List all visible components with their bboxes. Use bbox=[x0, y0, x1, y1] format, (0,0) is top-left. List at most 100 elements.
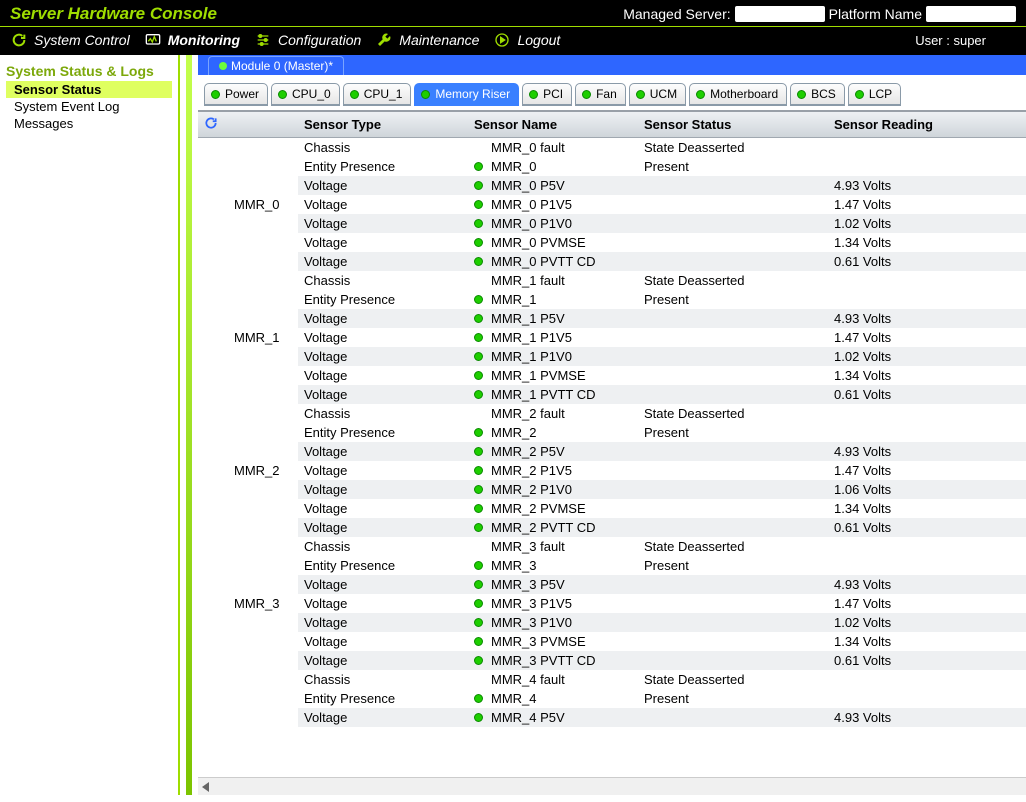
cell-sensor-status: State Deasserted bbox=[638, 670, 828, 689]
table-row[interactable]: VoltageMMR_2 PVTT CD0.61 Volts bbox=[198, 518, 1026, 537]
category-tab[interactable]: BCS bbox=[790, 83, 845, 106]
table-row[interactable]: VoltageMMR_1 P1V51.47 Volts bbox=[198, 328, 1026, 347]
status-led-icon bbox=[474, 485, 483, 494]
status-led-icon bbox=[350, 90, 359, 99]
cell-sensor-name: MMR_0 P5V bbox=[468, 176, 638, 195]
category-tab[interactable]: PCI bbox=[522, 83, 572, 106]
category-tab-label: Fan bbox=[596, 87, 617, 101]
category-tab-label: LCP bbox=[869, 87, 892, 101]
table-row[interactable]: VoltageMMR_0 PVMSE1.34 Volts bbox=[198, 233, 1026, 252]
sensor-name-text: MMR_4 bbox=[491, 691, 537, 706]
category-tab[interactable]: CPU_0 bbox=[271, 83, 340, 106]
table-row[interactable]: VoltageMMR_3 PVMSE1.34 Volts bbox=[198, 632, 1026, 651]
table-row[interactable]: VoltageMMR_3 PVTT CD0.61 Volts bbox=[198, 651, 1026, 670]
cell-sensor-type: Voltage bbox=[298, 499, 468, 518]
category-tab[interactable]: Motherboard bbox=[689, 83, 787, 106]
horizontal-scrollbar[interactable] bbox=[198, 777, 1026, 795]
table-row[interactable]: VoltageMMR_0 P1V51.47 Volts bbox=[198, 195, 1026, 214]
sidebar-item[interactable]: Sensor Status bbox=[6, 81, 172, 98]
menu-system-control[interactable]: System Control bbox=[10, 31, 130, 49]
menu-logout[interactable]: Logout bbox=[493, 31, 560, 49]
menu-monitoring[interactable]: Monitoring bbox=[144, 31, 240, 49]
table-row[interactable]: MMR_0ChassisMMR_0 faultState Deasserted bbox=[198, 138, 1026, 158]
col-sensor-reading[interactable]: Sensor Reading bbox=[828, 112, 1026, 138]
cell-sensor-reading bbox=[828, 556, 1026, 575]
status-led-icon bbox=[474, 504, 483, 513]
table-row[interactable]: MMR_3ChassisMMR_3 faultState Deasserted bbox=[198, 537, 1026, 556]
category-tab[interactable]: CPU_1 bbox=[343, 83, 412, 106]
table-row[interactable]: VoltageMMR_1 PVMSE1.34 Volts bbox=[198, 366, 1026, 385]
sensor-name-text: MMR_0 P1V0 bbox=[491, 216, 572, 231]
status-led-icon bbox=[474, 276, 483, 285]
table-row[interactable]: VoltageMMR_2 P1V51.47 Volts bbox=[198, 461, 1026, 480]
cell-sensor-name: MMR_2 PVMSE bbox=[468, 499, 638, 518]
sidebar-item[interactable]: Messages bbox=[6, 115, 172, 132]
table-row[interactable]: VoltageMMR_3 P1V51.47 Volts bbox=[198, 594, 1026, 613]
table-row[interactable]: Entity PresenceMMR_1Present bbox=[198, 290, 1026, 309]
cell-sensor-reading bbox=[828, 290, 1026, 309]
module-tab-label: Module 0 (Master)* bbox=[231, 59, 333, 73]
table-row[interactable]: Entity PresenceMMR_3Present bbox=[198, 556, 1026, 575]
table-row[interactable]: VoltageMMR_2 PVMSE 1.34 Volts bbox=[198, 499, 1026, 518]
menu-maintenance[interactable]: Maintenance bbox=[375, 31, 479, 49]
cell-sensor-reading: 4.93 Volts bbox=[828, 176, 1026, 195]
table-row[interactable]: MMR_1ChassisMMR_1 faultState Deasserted bbox=[198, 271, 1026, 290]
group-spacer bbox=[198, 271, 228, 404]
table-row[interactable]: MMR_2ChassisMMR_2 faultState Deasserted bbox=[198, 404, 1026, 423]
menu-configuration[interactable]: Configuration bbox=[254, 31, 361, 49]
module-tab[interactable]: Module 0 (Master)* bbox=[208, 56, 344, 75]
status-led-icon bbox=[278, 90, 287, 99]
table-row[interactable]: VoltageMMR_1 P5V4.93 Volts bbox=[198, 309, 1026, 328]
cell-sensor-name: MMR_4 bbox=[468, 689, 638, 708]
status-led-icon bbox=[421, 90, 430, 99]
cell-sensor-type: Entity Presence bbox=[298, 290, 468, 309]
platform-name-value bbox=[926, 6, 1016, 22]
category-tab[interactable]: Memory Riser bbox=[414, 83, 519, 106]
category-tab[interactable]: LCP bbox=[848, 83, 901, 106]
table-row[interactable]: VoltageMMR_0 P1V01.02 Volts bbox=[198, 214, 1026, 233]
menu-label: Maintenance bbox=[399, 32, 479, 48]
sensor-name-text: MMR_0 PVMSE bbox=[491, 235, 586, 250]
cell-sensor-reading: 1.34 Volts bbox=[828, 499, 1026, 518]
refresh-header[interactable] bbox=[198, 112, 228, 138]
category-tab[interactable]: UCM bbox=[629, 83, 686, 106]
cell-sensor-status bbox=[638, 499, 828, 518]
table-row[interactable]: VoltageMMR_2 P5V4.93 Volts bbox=[198, 442, 1026, 461]
table-row[interactable]: VoltageMMR_1 PVTT CD0.61 Volts bbox=[198, 385, 1026, 404]
table-row[interactable]: VoltageMMR_4 P5V4.93 Volts bbox=[198, 708, 1026, 727]
sensor-name-text: MMR_2 P1V0 bbox=[491, 482, 572, 497]
app-title: Server Hardware Console bbox=[10, 4, 217, 24]
col-sensor-type[interactable]: Sensor Type bbox=[298, 112, 468, 138]
table-row[interactable]: Entity PresenceMMR_4Present bbox=[198, 689, 1026, 708]
sensor-table-wrap[interactable]: Sensor Type Sensor Name Sensor Status Se… bbox=[198, 110, 1026, 777]
category-tab-label: CPU_0 bbox=[292, 87, 331, 101]
cell-sensor-name: MMR_3 PVTT CD bbox=[468, 651, 638, 670]
table-row[interactable]: VoltageMMR_2 P1V01.06 Volts bbox=[198, 480, 1026, 499]
table-row[interactable]: Entity PresenceMMR_2Present bbox=[198, 423, 1026, 442]
table-row[interactable]: VoltageMMR_3 P1V01.02 Volts bbox=[198, 613, 1026, 632]
table-row[interactable]: VoltageMMR_3 P5V4.93 Volts bbox=[198, 575, 1026, 594]
category-tab[interactable]: Fan bbox=[575, 83, 626, 106]
cell-sensor-type: Voltage bbox=[298, 347, 468, 366]
cell-sensor-status bbox=[638, 347, 828, 366]
cell-sensor-type: Voltage bbox=[298, 708, 468, 727]
col-sensor-status[interactable]: Sensor Status bbox=[638, 112, 828, 138]
table-row[interactable]: Entity PresenceMMR_0Present bbox=[198, 157, 1026, 176]
cell-sensor-name: MMR_2 P1V0 bbox=[468, 480, 638, 499]
status-led-icon bbox=[474, 371, 483, 380]
cell-sensor-type: Voltage bbox=[298, 309, 468, 328]
sliders-icon bbox=[254, 31, 272, 49]
col-sensor-name[interactable]: Sensor Name bbox=[468, 112, 638, 138]
status-led-icon bbox=[474, 637, 483, 646]
sidebar-item[interactable]: System Event Log bbox=[6, 98, 172, 115]
table-row[interactable]: VoltageMMR_0 P5V4.93 Volts bbox=[198, 176, 1026, 195]
sensor-name-text: MMR_2 fault bbox=[491, 406, 565, 421]
table-row[interactable]: ChassisMMR_4 faultState Deasserted bbox=[198, 670, 1026, 689]
category-tab[interactable]: Power bbox=[204, 83, 268, 106]
table-row[interactable]: VoltageMMR_1 P1V01.02 Volts bbox=[198, 347, 1026, 366]
sensor-name-text: MMR_0 bbox=[491, 159, 537, 174]
cell-sensor-status bbox=[638, 651, 828, 670]
status-led-icon bbox=[474, 428, 483, 437]
table-row[interactable]: VoltageMMR_0 PVTT CD0.61 Volts bbox=[198, 252, 1026, 271]
cell-sensor-name: MMR_3 fault bbox=[468, 537, 638, 556]
